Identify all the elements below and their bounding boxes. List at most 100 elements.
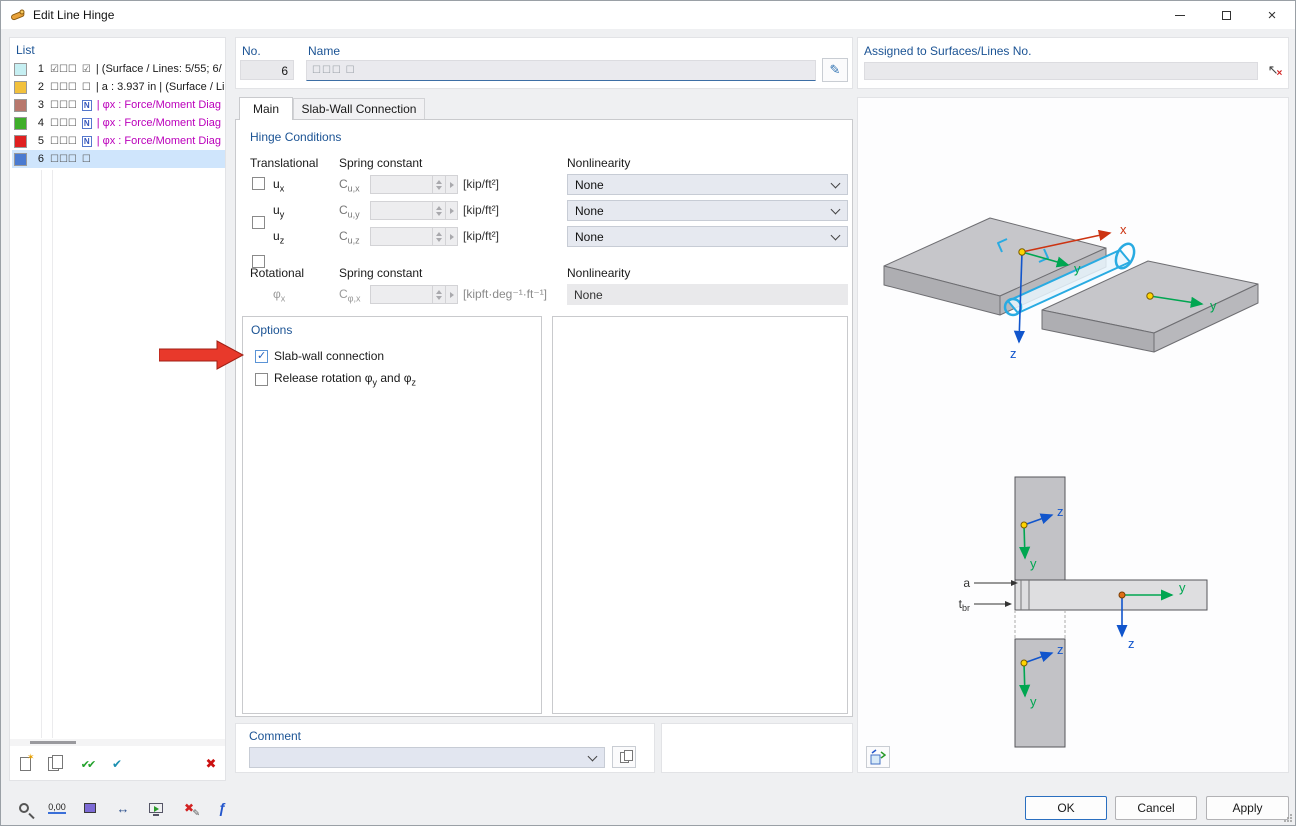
toggle-graphic-button[interactable] [866, 746, 890, 768]
rendering-toggle-button[interactable] [77, 795, 103, 821]
list-item[interactable]: 2 ☐☐☐ ☐ | a : 3.937 in | (Surface / Li [12, 78, 225, 96]
unit-label: [kip/ft²] [463, 203, 500, 217]
uy-spring-spinner[interactable] [370, 201, 458, 220]
axis-label-z: z [1010, 346, 1017, 361]
detail-arrow-icon [449, 181, 454, 188]
axis-label-x: x [1120, 222, 1127, 237]
spin-down-icon[interactable] [436, 237, 442, 242]
nonlinearity-badge: N [81, 135, 92, 147]
list-item[interactable]: 1 ☑☐☐ ☑ | (Surface / Lines: 5/55; 6/ [12, 60, 225, 78]
list-item[interactable]: 3 ☐☐☐ N | φx : Force/Moment Diag [12, 96, 225, 114]
extra-checkbox[interactable]: ☐ [82, 154, 91, 165]
list-item-selected[interactable]: 6 ☐☐☐ ☐ [12, 150, 225, 168]
hinge-color-swatch [14, 116, 27, 130]
release-rotation-checkbox[interactable] [255, 372, 268, 386]
hinge-number: 2 [37, 81, 44, 93]
copy-comment-button[interactable] [612, 746, 636, 768]
apply-check-button[interactable]: ✔ [104, 752, 130, 776]
close-button[interactable]: × [1249, 1, 1295, 29]
new-hinge-button[interactable]: ✶ [12, 752, 38, 776]
tab-main[interactable]: Main [239, 97, 293, 120]
apply-button[interactable]: Apply [1206, 796, 1289, 820]
spin-detail-button[interactable] [445, 202, 457, 219]
slab-wall-connection-checkbox[interactable] [255, 349, 268, 363]
function-button[interactable]: ƒ [209, 795, 235, 821]
ok-button[interactable]: OK [1025, 796, 1107, 820]
select-all-checks-button[interactable]: ✔✔ [74, 752, 100, 776]
ux-checkbox[interactable] [252, 177, 265, 190]
spin-detail-button[interactable] [445, 228, 457, 245]
resize-grip[interactable] [1283, 813, 1293, 823]
edit-name-button[interactable]: ✎ [822, 58, 848, 82]
hinge-summary-text: | (Surface / Lines: 5/55; 6/ [95, 63, 222, 75]
assigned-input[interactable] [864, 62, 1258, 80]
nonlinearity-value: None [575, 229, 604, 244]
hinge-color-swatch [14, 62, 27, 76]
spin-down-icon[interactable] [436, 211, 442, 216]
dof-checkboxes[interactable]: ☐☐☐ [50, 154, 77, 165]
spin-down-icon[interactable] [436, 185, 442, 190]
tab-slab-wall-connection[interactable]: Slab-Wall Connection [293, 98, 425, 120]
spinner-buttons [432, 176, 445, 193]
extra-checkbox[interactable]: ☐ [82, 82, 91, 93]
extra-checkbox[interactable]: ☑ [82, 64, 91, 75]
dof-checkboxes[interactable]: ☑☐☐ [50, 64, 77, 75]
delete-hinge-button[interactable]: ✖ [198, 752, 224, 776]
dof-checkboxes[interactable]: ☐☐☐ [50, 100, 77, 111]
dof-checkboxes[interactable]: ☐☐☐ [50, 136, 77, 147]
maximize-button[interactable] [1203, 1, 1249, 29]
list-item[interactable]: 4 ☐☐☐ N | φx : Force/Moment Diag [12, 114, 225, 132]
no-label: No. [242, 44, 261, 58]
spring-constant-header: Spring constant [339, 266, 423, 280]
list-item[interactable]: 5 ☐☐☐ N | φx : Force/Moment Diag [12, 132, 225, 150]
surface-render-icon [84, 803, 96, 813]
rotational-header: Rotational [250, 266, 305, 280]
header-panel: No. 6 Name ☐☐☐ ☐ ✎ [235, 37, 853, 89]
scrollbar-thumb[interactable] [30, 741, 76, 744]
spin-up-icon[interactable] [436, 205, 442, 210]
list-horizontal-scrollbar[interactable] [10, 739, 225, 746]
hinge-summary-text: | φx : Force/Moment Diag [96, 99, 221, 111]
uy-checkbox[interactable] [252, 216, 265, 229]
copy-hinge-button[interactable] [40, 752, 66, 776]
comment-panel: Comment [235, 723, 655, 773]
hinge-number: 1 [37, 63, 44, 75]
minimize-button[interactable] [1157, 1, 1203, 29]
view-in-model-button[interactable] [143, 795, 169, 821]
spin-up-icon[interactable] [436, 231, 442, 236]
dimensions-toggle-button[interactable]: ↔ [110, 795, 136, 821]
delete-annotation-button[interactable]: ✖ ✎ [176, 795, 202, 821]
monitor-arrow-icon [154, 806, 159, 812]
spinner-value [371, 228, 432, 245]
axis-label-y: y [1074, 261, 1081, 276]
ux-nonlinearity-select[interactable]: None [567, 174, 848, 195]
spin-detail-button[interactable] [445, 176, 457, 193]
slab-wall-connection-option[interactable]: Slab-wall connection [255, 349, 384, 363]
spin-down-icon [436, 295, 442, 300]
comment-combobox[interactable] [249, 747, 605, 768]
dof-checkboxes[interactable]: ☐☐☐ [50, 118, 77, 129]
pick-objects-button[interactable]: ↖ × [1262, 58, 1288, 82]
top-wall [1014, 476, 1066, 581]
decimal-places-button[interactable]: 0,00 [44, 795, 70, 821]
uy-nonlinearity-select[interactable]: None [567, 200, 848, 221]
list-grid-line [41, 170, 42, 738]
name-part-checkboxes[interactable]: ☐☐☐ ☐ [312, 65, 356, 76]
comment-side-panel [661, 723, 853, 773]
dof-checkboxes[interactable]: ☐☐☐ [50, 82, 77, 93]
uz-spring-spinner[interactable] [370, 227, 458, 246]
release-rotation-option[interactable]: Release rotation φy and φz [255, 371, 416, 387]
nonlinearity-header: Nonlinearity [567, 156, 631, 170]
comment-title: Comment [249, 729, 302, 743]
hinge-summary-text: | φx : Force/Moment Diag [96, 117, 221, 129]
ux-spring-spinner[interactable] [370, 175, 458, 194]
spin-up-icon[interactable] [436, 179, 442, 184]
unit-label: [kip/ft²] [463, 177, 500, 191]
cancel-button[interactable]: Cancel [1115, 796, 1197, 820]
hinge-number: 5 [37, 135, 44, 147]
uz-nonlinearity-select[interactable]: None [567, 226, 848, 247]
name-input[interactable]: ☐☐☐ ☐ [306, 60, 816, 81]
zoom-select-button[interactable] [11, 795, 37, 821]
minimize-icon [1175, 14, 1185, 16]
nonlinearity-badge: N [81, 99, 92, 111]
